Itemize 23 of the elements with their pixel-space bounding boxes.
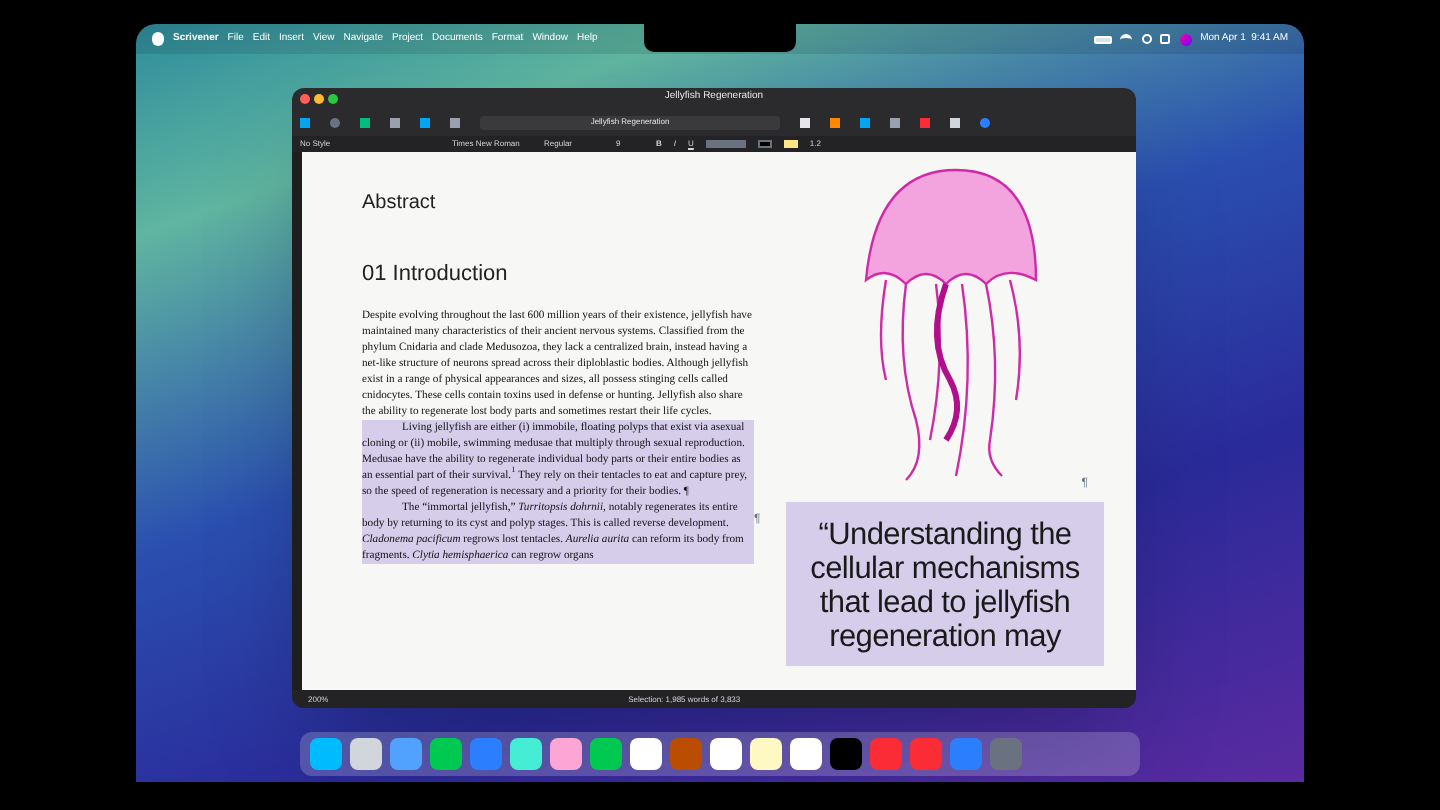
- zoom-button[interactable]: [328, 93, 338, 103]
- heading: Abstract: [362, 190, 438, 218]
- info-icon[interactable]: [980, 117, 990, 127]
- app-icon[interactable]: [790, 738, 822, 770]
- app-icon[interactable]: [590, 738, 622, 770]
- control-center-icon[interactable]: [1160, 34, 1171, 44]
- heading: 01 Introduction: [362, 260, 510, 290]
- app-icon[interactable]: [750, 738, 782, 770]
- close-button[interactable]: [300, 93, 310, 103]
- app-icon[interactable]: [350, 738, 382, 770]
- battery-icon[interactable]: [1093, 35, 1112, 43]
- quote-text: “Understanding the cellular mechanisms that lead to jellyfish regeneration may: [808, 518, 1082, 654]
- app-icon[interactable]: [310, 738, 342, 770]
- app-icon[interactable]: [830, 738, 862, 770]
- text-color-icon[interactable]: [757, 140, 772, 148]
- app-icon[interactable]: [710, 738, 742, 770]
- wifi-icon[interactable]: [1120, 34, 1133, 44]
- app-icon[interactable]: [510, 738, 542, 770]
- highlight-icon[interactable]: [783, 140, 798, 148]
- app-icon[interactable]: [550, 738, 582, 770]
- app-icon[interactable]: [430, 738, 462, 770]
- app-icon[interactable]: [630, 738, 662, 770]
- minimize-button[interactable]: [314, 93, 324, 103]
